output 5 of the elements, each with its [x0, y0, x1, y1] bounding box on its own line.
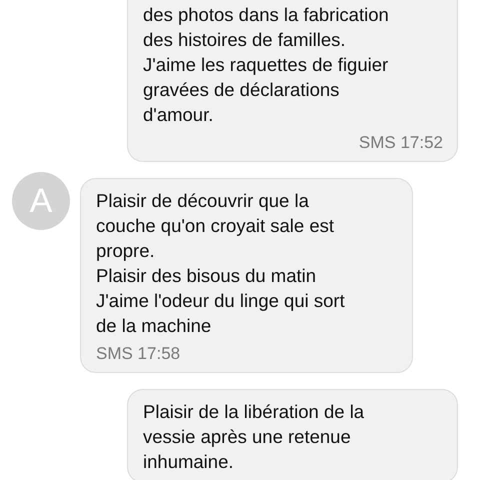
message-text: des photos dans la fabrication des histoires de familles. J'aime les raquettes de figuier gravées de déclarations d'amour. — [143, 3, 390, 127]
message-text: Plaisir de la libération de la vessie après une retenue inhumaine. — [143, 400, 366, 474]
message-text: Plaisir de découvrir que la couche qu'on croyait sale est propre. Plaisir des bisous du matin J'aime l'odeur du linge qui sort de la machine — [96, 189, 346, 338]
message-timestamp: SMS 17:52 — [358, 133, 443, 153]
message-timestamp: SMS 17:58 — [96, 344, 180, 364]
